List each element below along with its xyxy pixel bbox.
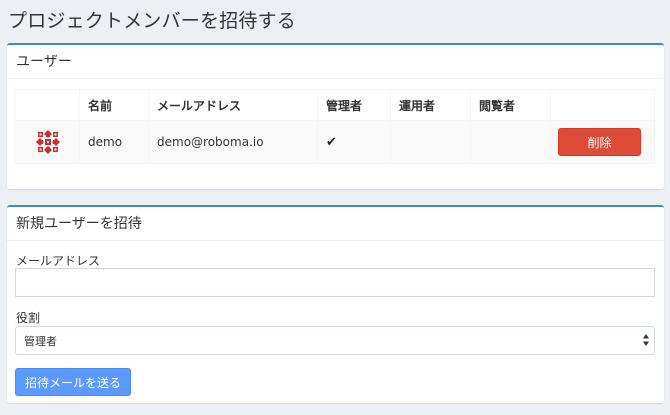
checkmark-icon: ✔ xyxy=(326,134,337,150)
users-box-title: ユーザー xyxy=(16,54,72,70)
users-box-header: ユーザー xyxy=(7,45,664,79)
role-field-label: 役割 xyxy=(16,311,41,325)
invite-box-header: 新規ユーザーを招待 xyxy=(7,207,664,241)
column-header-name: 名前 xyxy=(79,89,149,121)
users-table: 名前 メールアドレス 管理者 運用者 閲覧者 demo demo@roboma.… xyxy=(15,89,655,164)
viewer-role-cell xyxy=(470,120,551,164)
avatar-cell xyxy=(15,120,80,164)
email-field[interactable] xyxy=(15,268,655,297)
column-header-actions xyxy=(550,89,655,121)
role-select[interactable]: 管理者 xyxy=(15,326,655,355)
table-row: demo demo@roboma.io ✔ 削除 xyxy=(15,120,655,164)
email-field-label: メールアドレス xyxy=(16,254,101,268)
actions-cell: 削除 xyxy=(550,120,655,164)
column-header-avatar xyxy=(15,89,80,121)
table-header-row: 名前 メールアドレス 管理者 運用者 閲覧者 xyxy=(15,89,655,121)
admin-role-cell: ✔ xyxy=(317,120,391,164)
role-select-value: 管理者 xyxy=(24,335,57,348)
column-header-viewer: 閲覧者 xyxy=(470,89,551,121)
identicon-avatar-icon xyxy=(34,129,61,155)
select-updown-arrows-icon xyxy=(643,334,649,346)
invite-box: 新規ユーザーを招待 メールアドレス 役割 管理者 招待メールを送る xyxy=(7,205,664,403)
invite-box-title: 新規ユーザーを招待 xyxy=(16,216,142,232)
user-name-cell: demo xyxy=(79,120,149,164)
user-email-cell: demo@roboma.io xyxy=(148,120,318,164)
column-header-operator: 運用者 xyxy=(390,89,471,121)
delete-user-button[interactable]: 削除 xyxy=(558,128,641,156)
column-header-email: メールアドレス xyxy=(148,89,318,121)
column-header-admin: 管理者 xyxy=(317,89,391,121)
page-title: プロジェクトメンバーを招待する xyxy=(8,10,297,32)
send-invite-button[interactable]: 招待メールを送る xyxy=(15,368,131,396)
operator-role-cell xyxy=(390,120,471,164)
users-box: ユーザー 名前 メールアドレス 管理者 運用者 閲覧者 demo demo@ro… xyxy=(7,43,664,189)
